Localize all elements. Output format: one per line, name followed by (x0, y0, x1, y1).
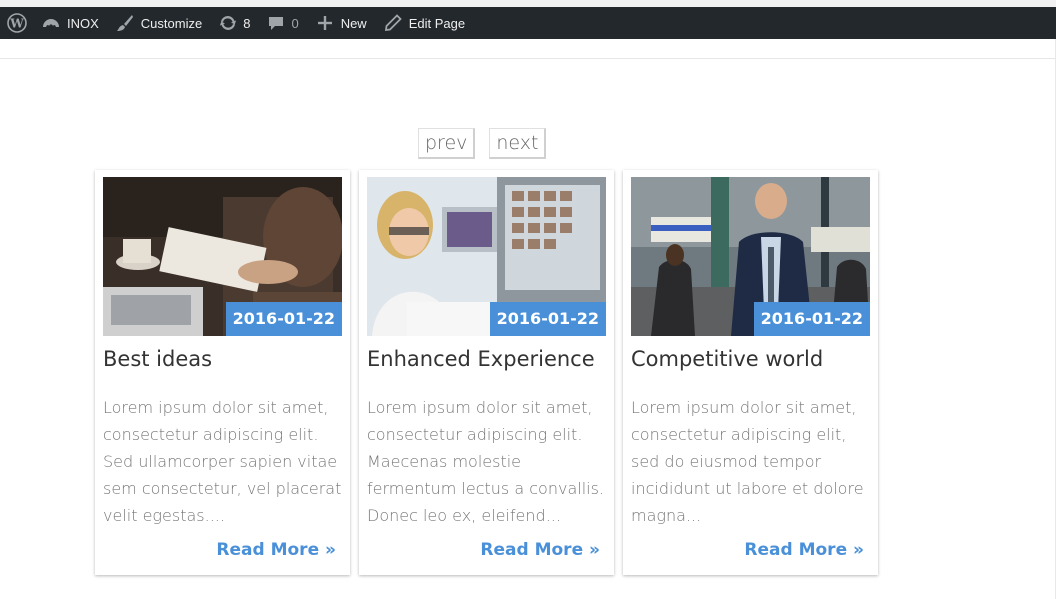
read-more-link[interactable]: Read More » (480, 540, 600, 560)
wordpress-logo-button[interactable]: W (0, 7, 33, 39)
post-image[interactable]: 2016-01-22 (367, 177, 606, 336)
excerpt-line: consectetur adipiscing elit. (367, 425, 583, 444)
post-image[interactable]: 2016-01-22 (103, 177, 342, 336)
post-title[interactable]: Enhanced Experience (367, 347, 612, 371)
plus-icon (315, 13, 335, 33)
post-date: 2016-01-22 (225, 302, 342, 336)
excerpt-line: consectetur adipiscing elit, (631, 425, 847, 444)
update-icon (218, 13, 238, 33)
excerpt-line: incididunt ut labore et dolore (631, 479, 864, 498)
edit-page-button[interactable]: Edit Page (375, 7, 473, 39)
edit-page-label: Edit Page (408, 15, 466, 31)
post-excerpt: Lorem ipsum dolor sit amet, consectetur … (367, 394, 612, 529)
post-title[interactable]: Best ideas (103, 347, 348, 371)
customize-button[interactable]: Customize (107, 7, 210, 39)
excerpt-line: Lorem ipsum dolor sit amet, (367, 398, 593, 417)
site-name-label: INOX (67, 15, 99, 31)
admin-bar: W INOX Customize 8 0 New Edit Page (0, 7, 1056, 39)
comment-icon (266, 13, 286, 33)
post-date: 2016-01-22 (753, 302, 870, 336)
next-button[interactable]: next (489, 128, 547, 159)
paintbrush-icon (115, 13, 135, 33)
pencil-icon (383, 13, 403, 33)
new-label: New (340, 15, 367, 31)
updates-button[interactable]: 8 (210, 7, 258, 39)
header-divider (0, 58, 1056, 59)
post-card: 2016-01-22 Competitive world Lorem ipsum… (623, 170, 878, 575)
post-date: 2016-01-22 (489, 302, 606, 336)
site-name-button[interactable]: INOX (33, 7, 107, 39)
comments-button[interactable]: 0 (258, 7, 306, 39)
post-card: 2016-01-22 Best ideas Lorem ipsum dolor … (95, 170, 350, 575)
comments-count: 0 (291, 15, 299, 31)
excerpt-line: Lorem ipsum dolor sit amet, (103, 398, 329, 417)
excerpt-line: sed do eiusmod tempor (631, 452, 822, 471)
excerpt-line: Maecenas molestie (367, 452, 522, 471)
excerpt-line: consectetur adipiscing elit. (103, 425, 319, 444)
prev-button[interactable]: prev (418, 128, 476, 159)
excerpt-line: sem consectetur, vel placerat (103, 479, 342, 498)
excerpt-line: velit egestas.... (103, 506, 225, 525)
post-pager: prev next (418, 128, 547, 159)
excerpt-line: Donec leo ex, eleifend... (367, 506, 561, 525)
post-excerpt: Lorem ipsum dolor sit amet, consectetur … (103, 394, 348, 529)
updates-count: 8 (243, 15, 251, 31)
post-title[interactable]: Competitive world (631, 347, 876, 371)
browser-top-strip (0, 0, 1056, 7)
dashboard-icon (41, 13, 61, 33)
post-card: 2016-01-22 Enhanced Experience Lorem ips… (359, 170, 614, 575)
svg-text:W: W (9, 17, 24, 31)
excerpt-line: magna... (631, 506, 702, 525)
excerpt-line: Sed ullamcorper sapien vitae (103, 452, 338, 471)
wordpress-icon: W (7, 13, 27, 33)
post-excerpt: Lorem ipsum dolor sit amet, consectetur … (631, 394, 876, 529)
read-more-link[interactable]: Read More » (744, 540, 864, 560)
customize-label: Customize (140, 15, 203, 31)
post-image[interactable]: 2016-01-22 (631, 177, 870, 336)
excerpt-line: fermentum lectus a convallis. (367, 479, 604, 498)
excerpt-line: Lorem ipsum dolor sit amet, (631, 398, 857, 417)
new-content-button[interactable]: New (307, 7, 375, 39)
read-more-link[interactable]: Read More » (216, 540, 336, 560)
